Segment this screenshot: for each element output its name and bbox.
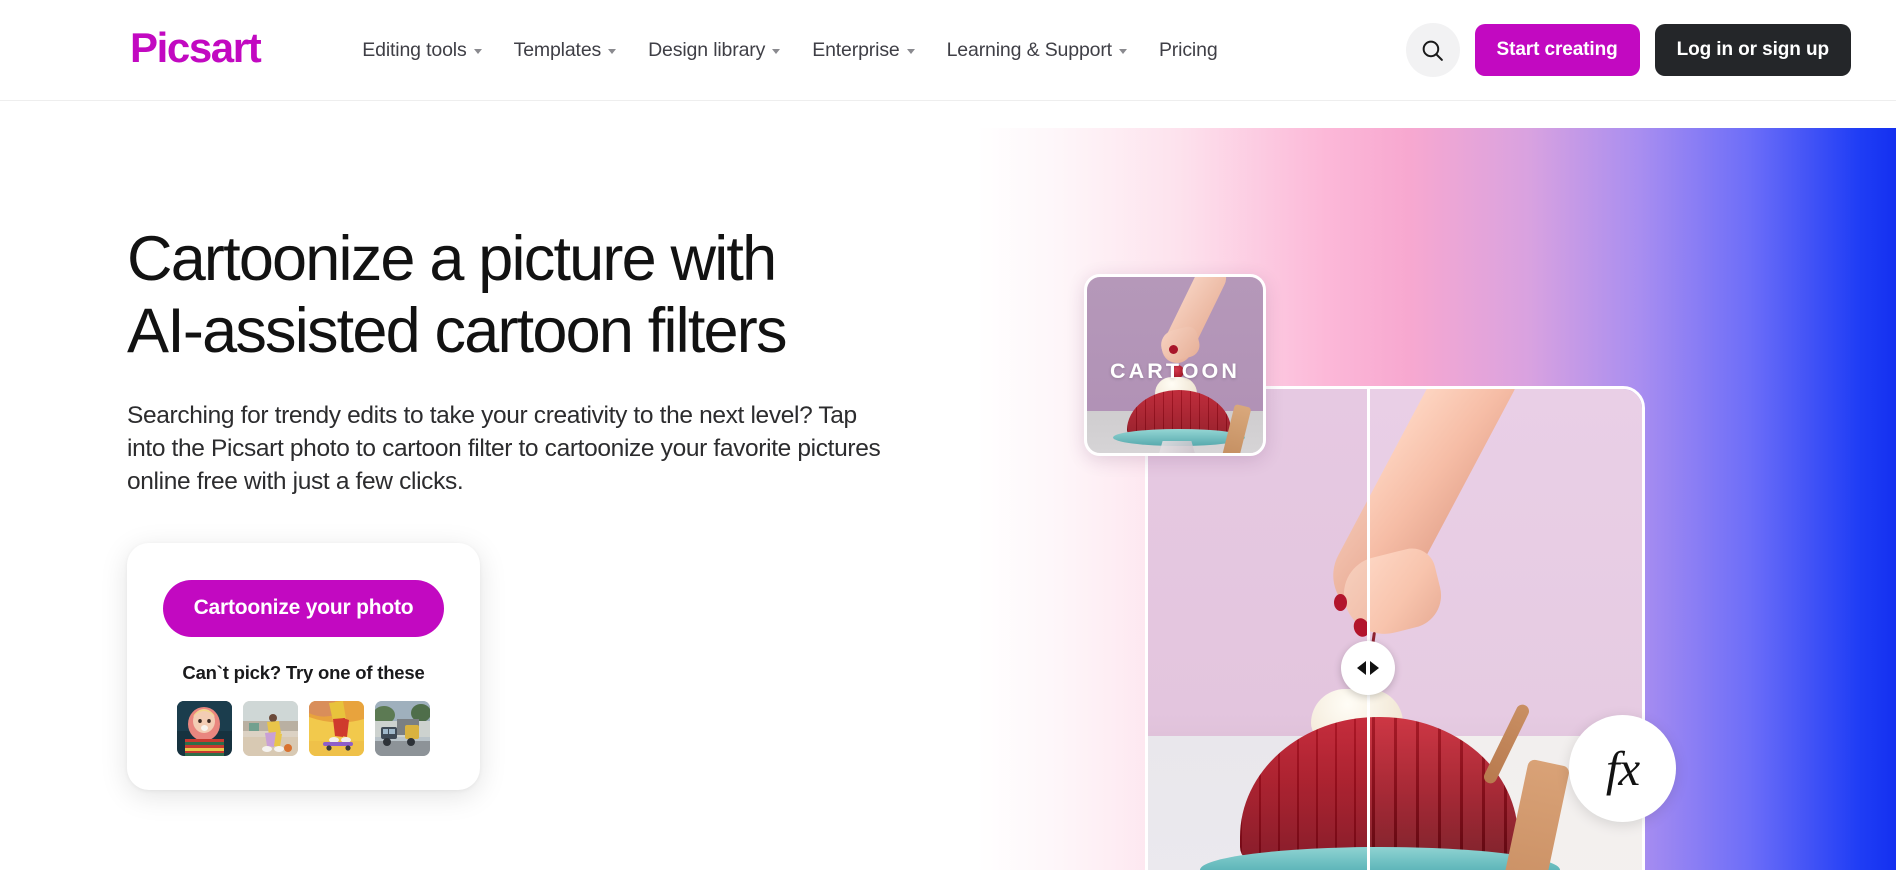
search-button[interactable] xyxy=(1405,23,1460,77)
preview-cherry-shape xyxy=(1169,345,1178,354)
hero-section: Cartoonize a picture with AI-assisted ca… xyxy=(0,101,1896,870)
slider-divider-line xyxy=(1367,389,1370,870)
nav-label: Editing tools xyxy=(362,38,467,61)
hero-visual-panel: CARTOON fx xyxy=(977,128,1896,870)
chevron-down-icon xyxy=(1118,49,1127,54)
nav-item-templates[interactable]: Templates xyxy=(498,29,633,72)
fingernail-shape xyxy=(1334,594,1347,611)
before-after-image[interactable] xyxy=(1145,386,1645,870)
arrow-left-icon xyxy=(1357,661,1366,675)
chevron-down-icon xyxy=(772,49,781,54)
header-actions: Start creating Log in or sign up xyxy=(1405,23,1851,77)
nav-item-learning-support[interactable]: Learning & Support xyxy=(931,29,1143,72)
nav-label: Pricing xyxy=(1158,38,1218,61)
login-signup-button[interactable]: Log in or sign up xyxy=(1654,24,1851,76)
thumbnail-image xyxy=(177,700,232,756)
chevron-down-icon xyxy=(608,49,617,54)
arrow-right-icon xyxy=(1370,661,1379,675)
hero-content: Cartoonize a picture with AI-assisted ca… xyxy=(0,101,980,870)
chevron-down-icon xyxy=(906,49,915,54)
search-icon xyxy=(1422,40,1443,61)
picsart-logo[interactable]: Picsart xyxy=(130,27,262,73)
sample-hint-label: Can`t pick? Try one of these xyxy=(182,661,425,683)
cartoon-preview-card[interactable]: CARTOON xyxy=(1084,274,1266,456)
sample-thumbnails xyxy=(163,700,444,756)
thumbnail-image xyxy=(375,700,430,756)
thumbnail-image xyxy=(309,700,364,756)
site-header: Picsart Editing tools Templates Design l… xyxy=(0,0,1896,101)
hero-description: Searching for trendy edits to take your … xyxy=(127,401,881,496)
sample-thumb-portrait-pink-hair[interactable] xyxy=(177,700,232,756)
page-title: Cartoonize a picture with AI-assisted ca… xyxy=(127,224,787,366)
before-image-half xyxy=(1148,389,1367,870)
fx-badge-label: fx xyxy=(1605,741,1640,796)
nav-item-editing-tools[interactable]: Editing tools xyxy=(346,29,497,72)
fx-effects-badge[interactable]: fx xyxy=(1569,715,1676,822)
nav-item-design-library[interactable]: Design library xyxy=(632,29,796,72)
nav-label: Learning & Support xyxy=(946,38,1112,61)
main-navigation: Editing tools Templates Design library E… xyxy=(346,29,1233,72)
original-photo xyxy=(1148,389,1367,870)
sample-thumb-skateboarder[interactable] xyxy=(309,700,364,756)
cta-card: Cartoonize your photo Can`t pick? Try on… xyxy=(127,542,480,790)
chevron-down-icon xyxy=(473,49,482,54)
nav-item-enterprise[interactable]: Enterprise xyxy=(796,29,930,72)
sample-thumb-person-crouching[interactable] xyxy=(243,700,298,756)
thumbnail-image xyxy=(243,700,298,756)
nav-label: Enterprise xyxy=(812,38,900,61)
start-creating-button[interactable]: Start creating xyxy=(1474,24,1640,76)
nav-label: Templates xyxy=(513,38,602,61)
sample-thumb-street-scene[interactable] xyxy=(375,700,430,756)
cartoonize-photo-button[interactable]: Cartoonize your photo xyxy=(163,579,444,637)
before-after-slider-handle[interactable] xyxy=(1341,641,1395,695)
nav-label: Design library xyxy=(648,38,766,61)
preview-card-label: CARTOON xyxy=(1110,359,1240,383)
nav-item-pricing[interactable]: Pricing xyxy=(1143,29,1234,72)
